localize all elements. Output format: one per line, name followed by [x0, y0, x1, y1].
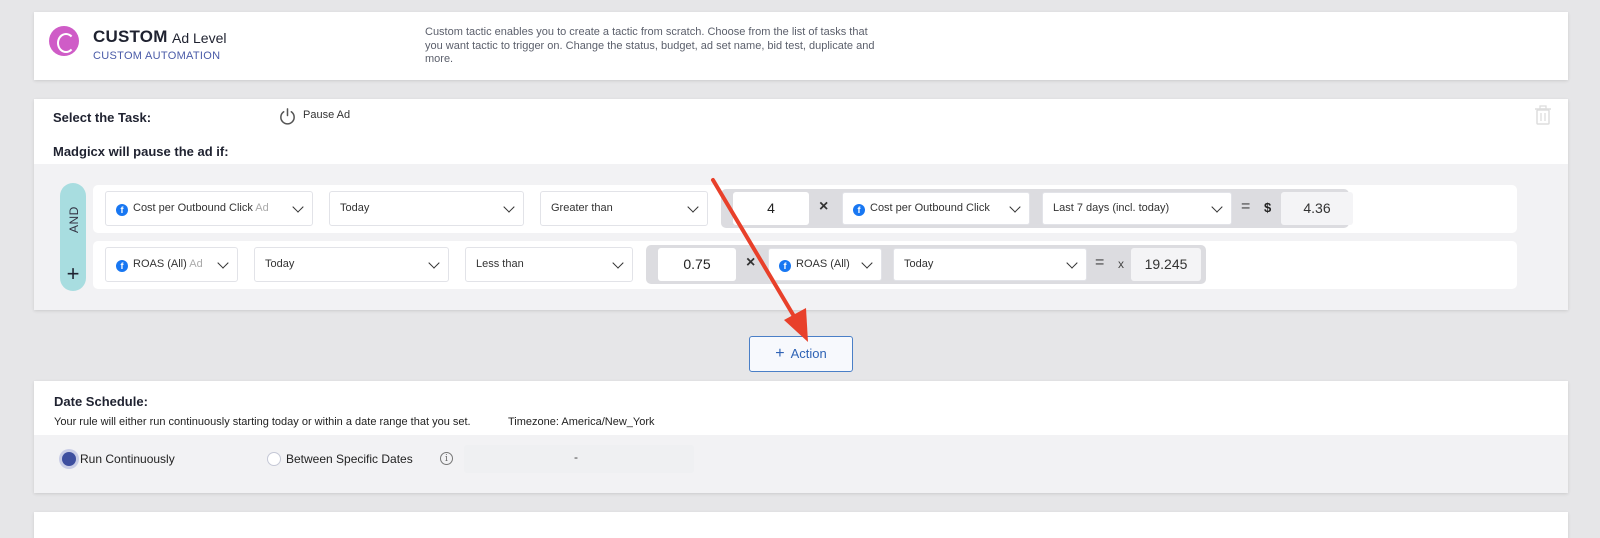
chevron-down-icon [217, 257, 229, 269]
info-icon[interactable]: i [440, 452, 453, 465]
compare-period-dropdown[interactable]: Last 7 days (incl. today) [1042, 192, 1232, 225]
tactic-level: Ad Level [172, 30, 227, 46]
date-schedule-description: Your rule will either run continuously s… [54, 416, 471, 428]
chevron-down-icon [1211, 201, 1223, 213]
chevron-down-icon [292, 201, 304, 213]
compare-period-dropdown[interactable]: Today [893, 248, 1087, 281]
result-value: 19.245 [1131, 248, 1201, 281]
chevron-down-icon [503, 201, 515, 213]
operator-dropdown[interactable]: Greater than [540, 191, 708, 226]
chevron-down-icon [687, 201, 699, 213]
conditions-area: AND + f Cost per Outbound Click Ad Today … [34, 164, 1568, 310]
task-value[interactable]: Pause Ad [303, 109, 350, 121]
operator-dropdown[interactable]: Less than [465, 247, 633, 282]
chevron-down-icon [1009, 201, 1021, 213]
condition-label: Madgicx will pause the ad if: [53, 144, 229, 159]
period-dropdown[interactable]: Today [254, 247, 449, 282]
date-schedule-card: Date Schedule: Your rule will either run… [34, 381, 1568, 493]
task-card: Select the Task: Pause Ad Madgicx will p… [34, 99, 1568, 310]
date-schedule-title: Date Schedule: [54, 394, 148, 409]
custom-logo-icon [49, 26, 79, 56]
compare-metric-dropdown[interactable]: f Cost per Outbound Click [842, 192, 1030, 225]
power-icon[interactable] [278, 107, 297, 126]
chevron-down-icon [861, 257, 873, 269]
timezone-label: Timezone: America/New_York [508, 416, 655, 428]
action-label: Action [790, 346, 827, 361]
metric-dropdown[interactable]: f ROAS (All) Ad [105, 247, 238, 282]
select-task-label: Select the Task: [53, 110, 152, 125]
multiplier-input[interactable]: 0.75 [658, 248, 736, 281]
and-label: AND [67, 206, 81, 233]
times-symbol: × [819, 198, 829, 215]
add-condition-button[interactable]: + [64, 263, 82, 285]
specific-dates-label[interactable]: Between Specific Dates [286, 452, 413, 466]
result-value: 4.36 [1281, 192, 1353, 225]
chevron-down-icon [1066, 257, 1078, 269]
next-section-card [34, 512, 1568, 538]
facebook-icon: f [116, 204, 128, 216]
tactic-subtitle: CUSTOM AUTOMATION [93, 50, 221, 62]
metric-dropdown[interactable]: f Cost per Outbound Click Ad [105, 191, 313, 226]
multiplier-input[interactable]: 4 [733, 192, 809, 225]
result-prefix: x [1118, 257, 1124, 271]
tactic-header-card: CUSTOM Ad Level CUSTOM AUTOMATION Custom… [34, 12, 1568, 80]
tactic-title: CUSTOM [93, 27, 168, 46]
equals-symbol: = [1241, 198, 1251, 215]
compare-metric-dropdown[interactable]: f ROAS (All) [768, 248, 882, 281]
facebook-icon: f [116, 260, 128, 272]
date-range-picker[interactable]: - [464, 445, 694, 473]
equals-symbol: = [1095, 254, 1105, 271]
comparison-group: 0.75 × f ROAS (All) Today = x 19.245 [646, 245, 1206, 284]
comparison-group: 4 × f Cost per Outbound Click Last 7 days… [721, 189, 1353, 228]
facebook-icon: f [853, 204, 865, 216]
tactic-description: Custom tactic enables you to create a ta… [425, 26, 875, 65]
times-symbol: × [746, 254, 756, 271]
plus-icon: + [775, 345, 785, 362]
result-prefix: $ [1264, 200, 1272, 215]
run-continuously-label[interactable]: Run Continuously [80, 452, 175, 466]
and-connector[interactable]: AND + [60, 183, 86, 291]
period-dropdown[interactable]: Today [329, 191, 524, 226]
chevron-down-icon [428, 257, 440, 269]
facebook-icon: f [779, 260, 791, 272]
condition-row: f Cost per Outbound Click Ad Today Greate… [93, 185, 1517, 233]
specific-dates-radio[interactable] [267, 452, 281, 466]
add-action-button[interactable]: + Action [749, 336, 853, 372]
trash-icon[interactable] [1534, 105, 1552, 125]
schedule-options: Run Continuously Between Specific Dates … [34, 435, 1568, 493]
chevron-down-icon [612, 257, 624, 269]
condition-row: f ROAS (All) Ad Today Less than 0.75 × fR… [93, 241, 1517, 289]
date-range-separator: - [574, 450, 578, 464]
run-continuously-radio[interactable] [62, 452, 76, 466]
